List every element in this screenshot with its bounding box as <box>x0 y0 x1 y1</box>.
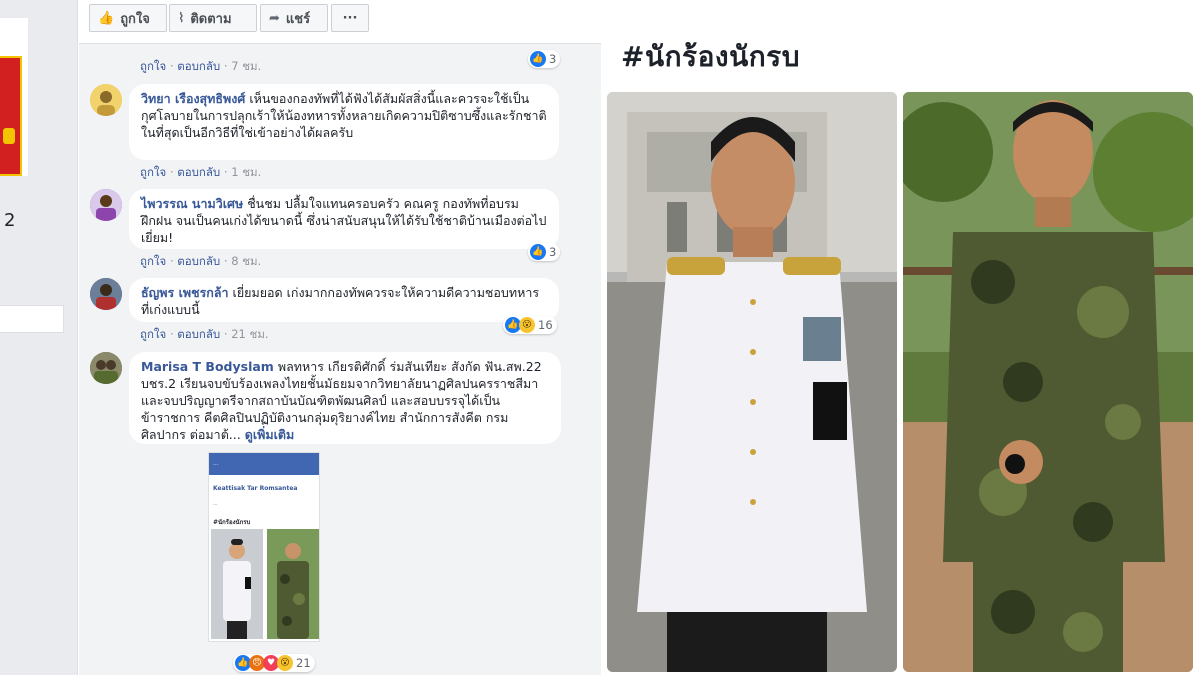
comment-reactions[interactable]: 👍 3 <box>528 243 561 261</box>
attachment-header: ... <box>209 453 319 475</box>
avatar[interactable] <box>90 352 122 384</box>
comment-bubble: ไพวรรณ นามวิเศษ ชื่นชม ปลื้มใจแทนครอบครัว… <box>129 189 559 249</box>
photo-white-uniform[interactable] <box>607 92 897 672</box>
meta-separator: · <box>169 327 174 341</box>
meta-separator: · <box>223 165 228 179</box>
comment-like-link[interactable]: ถูกใจ <box>140 327 166 341</box>
comment-reply-link[interactable]: ตอบกลับ <box>177 59 220 73</box>
like-reaction-icon: 👍 <box>530 51 546 67</box>
comment-time[interactable]: 8 ชม. <box>231 254 261 268</box>
share-arrow-icon: ➦ <box>269 10 280 26</box>
left-input-box[interactable] <box>0 305 64 333</box>
comment-like-link[interactable]: ถูกใจ <box>140 165 166 179</box>
comment-reply-link[interactable]: ตอบกลับ <box>177 327 220 341</box>
like-label: ถูกใจ <box>120 11 150 27</box>
hashtag-title: #นักร้องนักรบ <box>621 40 800 73</box>
comment-meta: ถูกใจ · ตอบกลับ · 21 ชม. <box>140 326 269 344</box>
avatar-image <box>90 189 122 221</box>
meta-separator: · <box>169 254 174 268</box>
meta-separator: · <box>223 254 228 268</box>
feature-panel: #นักร้องนักรบ <box>601 0 1200 675</box>
avatar[interactable] <box>90 189 122 221</box>
comment-like-link[interactable]: ถูกใจ <box>140 254 166 268</box>
comment-time[interactable]: 1 ชม. <box>231 165 261 179</box>
meta-separator: · <box>169 59 174 73</box>
avatar[interactable] <box>90 278 122 310</box>
flag-emblem-image <box>0 56 22 176</box>
reaction-count: 16 <box>538 318 553 332</box>
left-sidebar: 2 <box>0 0 78 675</box>
comment-bubble: วิทยา เรืองสุทธิพงศ์ เห็นของกองทัพที่ได้ฟ… <box>129 84 559 160</box>
reaction-count: 3 <box>549 52 557 66</box>
comment-author[interactable]: Marisa T Bodyslam <box>141 359 274 374</box>
comment-meta: ถูกใจ · ตอบกลับ · 7 ชม. <box>140 58 261 76</box>
comment-bubble: Marisa T Bodyslam พลทหาร เกียรติศักดิ์ ร่… <box>129 352 561 444</box>
comment-time[interactable]: 7 ชม. <box>231 59 261 73</box>
comment-author[interactable]: วิทยา เรืองสุทธิพงศ์ <box>141 91 245 106</box>
reaction-count: 21 <box>296 656 311 670</box>
attachment-photo-white-uniform <box>211 529 263 639</box>
avatar-image <box>90 352 122 384</box>
comment-like-link[interactable]: ถูกใจ <box>140 59 166 73</box>
attachment-caption: ... <box>213 501 218 507</box>
comment-meta: ถูกใจ · ตอบกลับ · 8 ชม. <box>140 253 261 271</box>
comments-panel: 👍 ถูกใจ ⌇ ติดตาม ➦ แชร์ ··· ถูกใจ · ตอบก… <box>79 0 601 675</box>
comment-reactions[interactable]: 👍 😮 16 <box>503 316 557 334</box>
meta-separator: · <box>169 165 174 179</box>
comment-time[interactable]: 21 ชม. <box>231 327 268 341</box>
wow-reaction-icon: 😮 <box>277 655 293 671</box>
profile-card[interactable] <box>0 18 28 176</box>
share-button[interactable]: ➦ แชร์ <box>260 4 328 32</box>
wow-reaction-icon: 😮 <box>519 317 535 333</box>
comment-reactions[interactable]: 👍 3 <box>528 50 561 68</box>
comment-author[interactable]: ไพวรรณ นามวิเศษ <box>141 196 243 211</box>
comment-bubble: ธัญพร เพชรกล้า เยี่ยมยอด เก่งมากกองทัพควร… <box>129 278 559 322</box>
comment-meta: ถูกใจ · ตอบกลับ · 1 ชม. <box>140 164 261 182</box>
meta-separator: · <box>223 327 228 341</box>
comment-reply-link[interactable]: ตอบกลับ <box>177 165 220 179</box>
comment-reactions[interactable]: 👍 😠 ♥ 😮 21 <box>233 654 315 672</box>
reaction-count: 3 <box>549 245 557 259</box>
like-button[interactable]: 👍 ถูกใจ <box>89 4 167 32</box>
attachment-user: Keattisak Tar Romsantea <box>213 485 298 492</box>
photo-camo-uniform[interactable] <box>903 92 1193 672</box>
avatar[interactable] <box>90 84 122 116</box>
see-more-link[interactable]: ดูเพิ่มเติม <box>245 427 295 442</box>
attached-screenshot[interactable]: ... Keattisak Tar Romsantea ... #นักร้อง… <box>208 452 320 642</box>
post-action-bar: 👍 ถูกใจ ⌇ ติดตาม ➦ แชร์ ··· <box>79 0 601 44</box>
more-options-button[interactable]: ··· <box>331 4 369 32</box>
avatar-image <box>90 278 122 310</box>
avatar-image <box>90 84 122 116</box>
comment-reply-link[interactable]: ตอบกลับ <box>177 254 220 268</box>
more-label: ··· <box>342 10 358 26</box>
thumbs-up-icon: 👍 <box>98 10 115 26</box>
comment-author[interactable]: ธัญพร เพชรกล้า <box>141 285 229 300</box>
left-number: 2 <box>4 210 16 231</box>
follow-button[interactable]: ⌇ ติดตาม <box>169 4 257 32</box>
share-label: แชร์ <box>285 11 311 27</box>
meta-separator: · <box>223 59 228 73</box>
attachment-photo-camo-uniform <box>267 529 319 639</box>
like-reaction-icon: 👍 <box>530 244 546 260</box>
rss-icon: ⌇ <box>178 10 185 26</box>
attachment-hashtag: #นักร้องนักรบ <box>213 519 251 526</box>
follow-label: ติดตาม <box>190 11 232 27</box>
